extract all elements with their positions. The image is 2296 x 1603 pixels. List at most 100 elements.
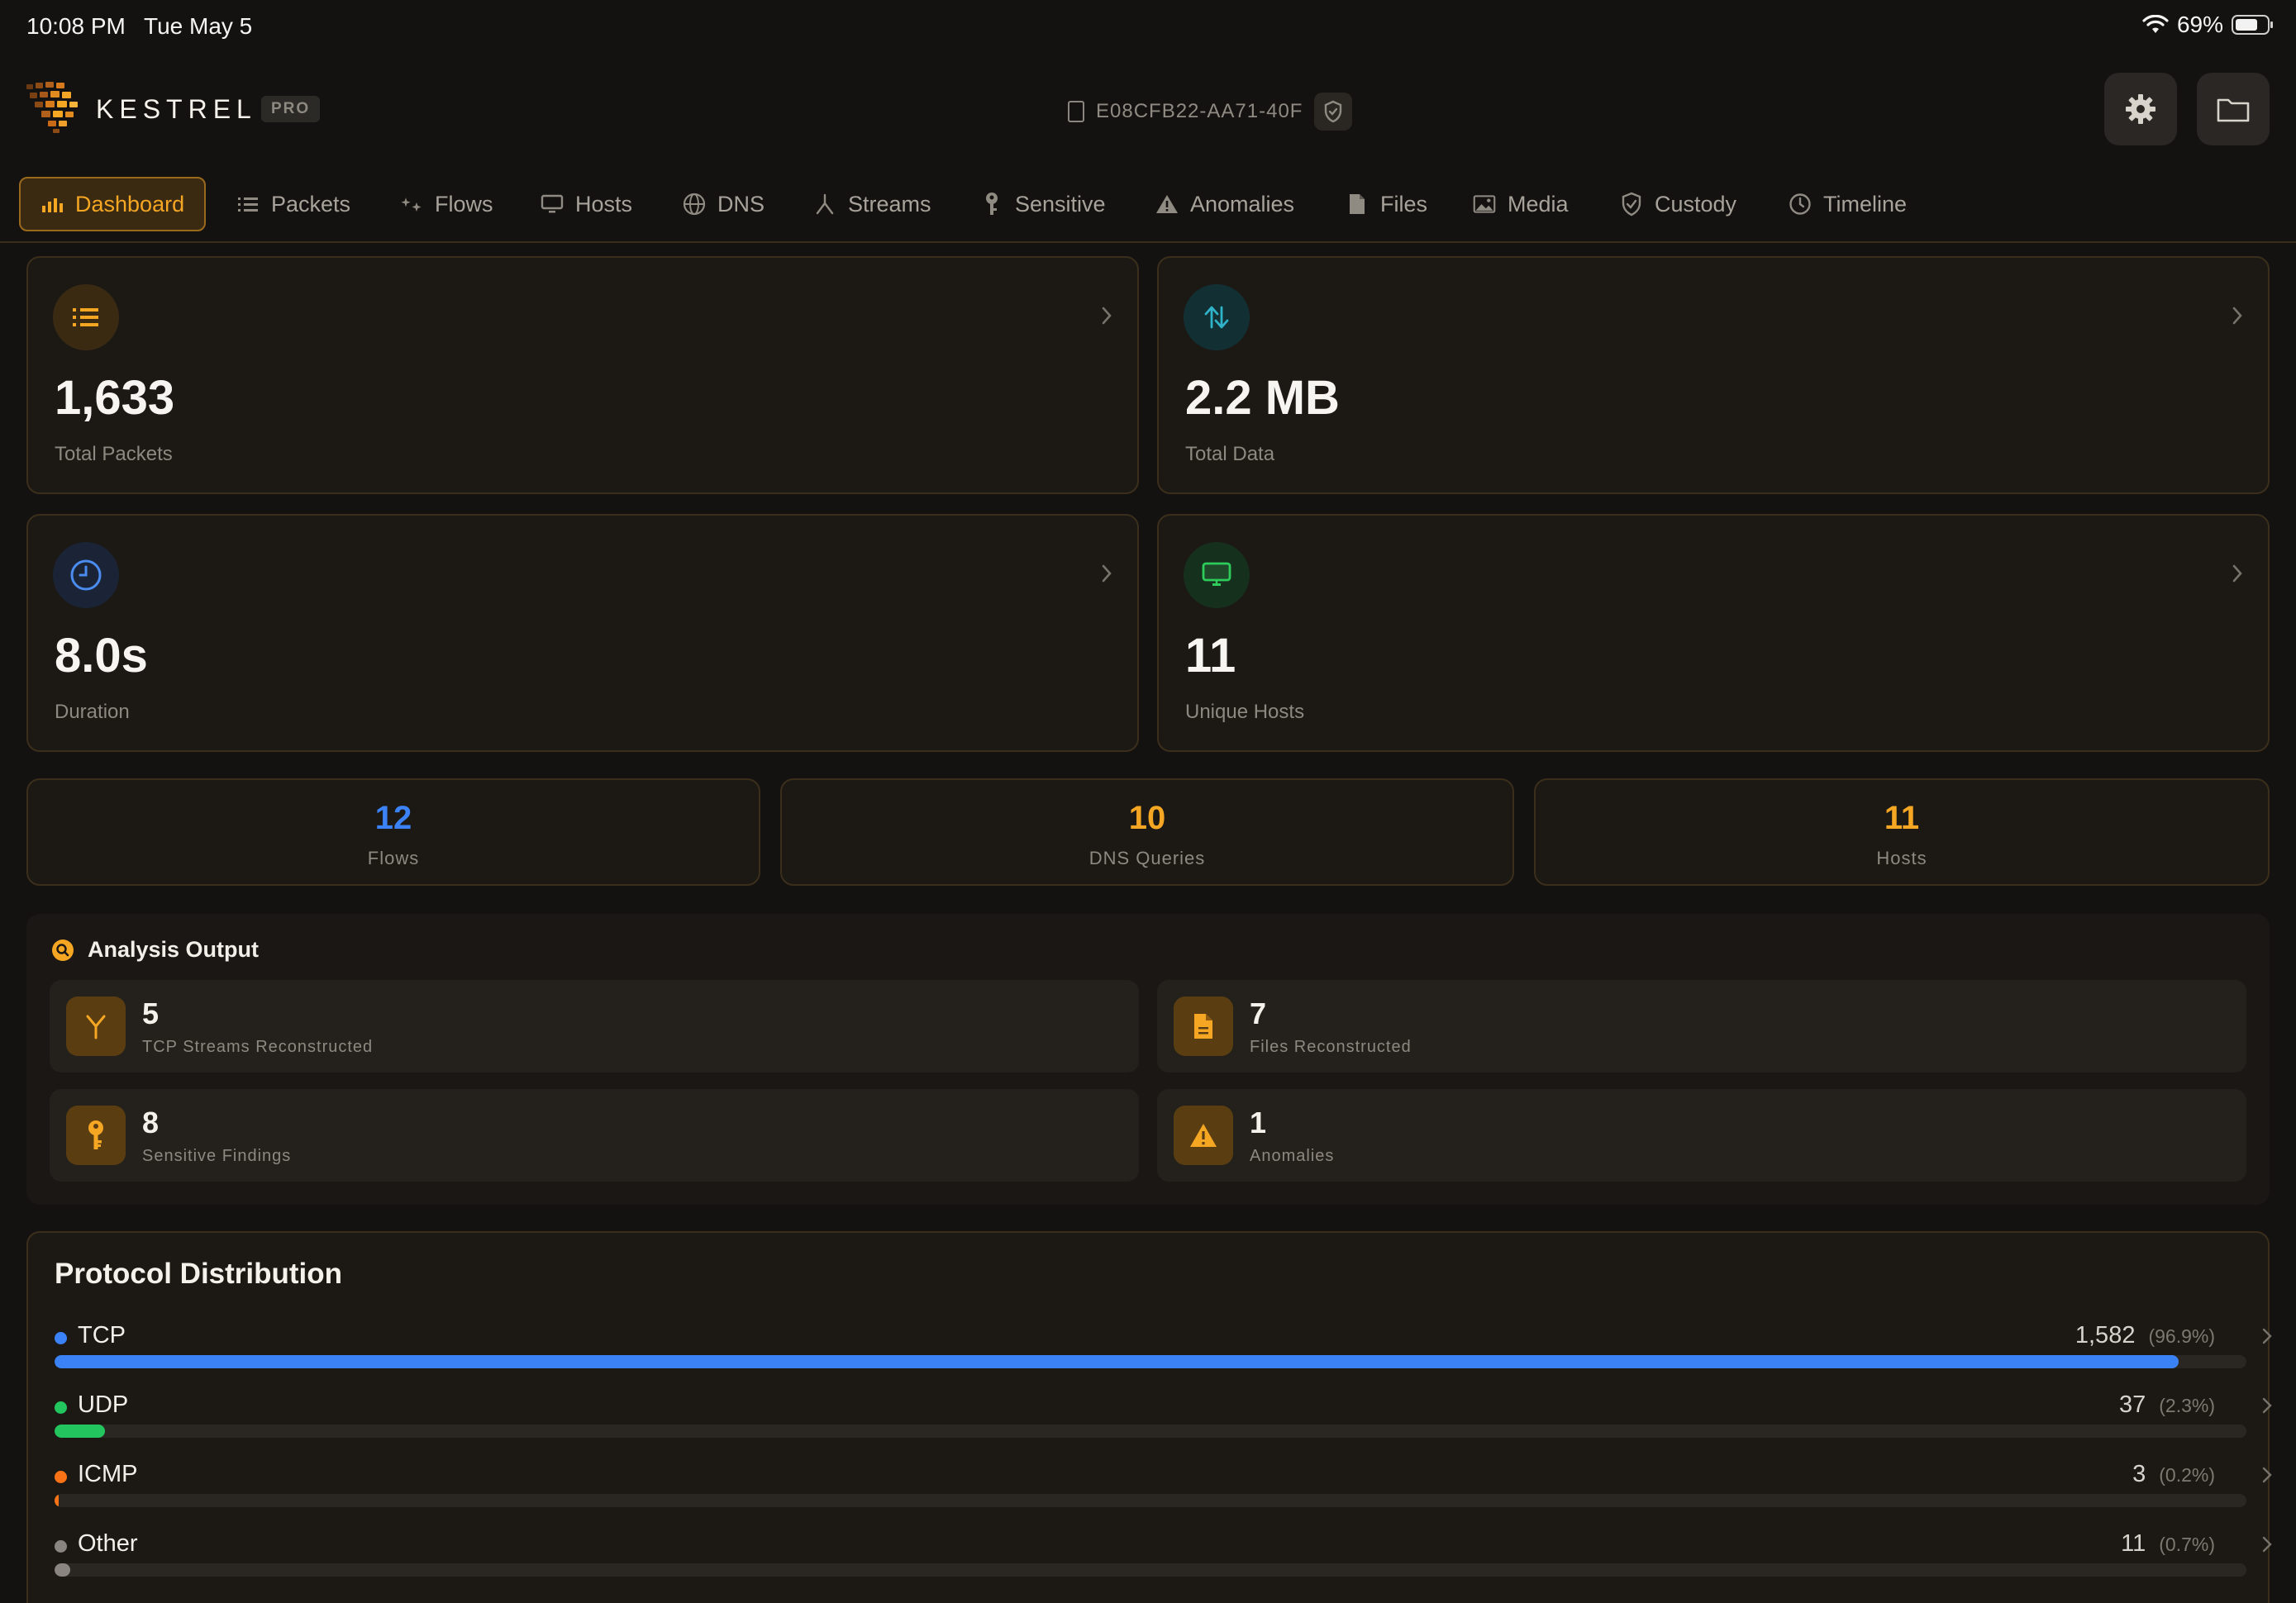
protocol-count: 3 (0.2%) — [2132, 1461, 2215, 1488]
tab-files[interactable]: Files — [1346, 177, 1427, 231]
list-icon — [236, 193, 260, 216]
gear-icon — [2126, 94, 2155, 124]
protocol-row-udp[interactable]: UDP 37 (2.3%) — [55, 1390, 2273, 1459]
tab-label: Anomalies — [1190, 191, 1295, 216]
arrows-up-down-icon — [1184, 284, 1250, 350]
session-id[interactable]: E08CFB22-AA71-40F — [1068, 93, 1353, 131]
kestrel-logo — [26, 82, 78, 133]
protocol-count: 37 (2.3%) — [2119, 1391, 2215, 1419]
shield-icon — [1620, 192, 1643, 216]
analysis-value: 1 — [1250, 1106, 1267, 1139]
analysis-item-anomalies[interactable]: 1 Anomalies — [1157, 1089, 2246, 1182]
analysis-value: 5 — [142, 997, 160, 1030]
protocol-percent: (0.7%) — [2159, 1534, 2215, 1555]
stat-value: 2.2 MB — [1185, 371, 1340, 425]
tab-custody[interactable]: Custody — [1620, 177, 1736, 231]
protocol-name: Other — [78, 1530, 138, 1557]
magnifier-badge-icon — [52, 939, 74, 961]
stat-label: Total Packets — [55, 443, 173, 465]
tab-dashboard[interactable]: Dashboard — [19, 177, 207, 231]
tab-timeline[interactable]: Timeline — [1789, 177, 1907, 231]
protocol-color-dot — [55, 1540, 67, 1553]
summary-value: 10 — [1128, 800, 1166, 836]
tab-label: Sensitive — [1015, 191, 1106, 216]
protocol-count-value: 3 — [2132, 1461, 2146, 1487]
summary-label: Hosts — [1876, 848, 1927, 868]
stat-value: 1,633 — [55, 371, 175, 425]
chevron-right-icon — [1102, 564, 1112, 583]
protocol-bar-track — [55, 1425, 2246, 1438]
status-bar: 10:08 PM Tue May 5 69% — [0, 0, 2296, 53]
warning-icon — [1155, 193, 1179, 216]
tab-label: Dashboard — [75, 191, 185, 216]
tab-flows[interactable]: Flows — [400, 177, 493, 231]
protocol-bar-track — [55, 1494, 2246, 1507]
stat-card-duration[interactable]: 8.0s Duration — [26, 514, 1139, 752]
protocol-color-dot — [55, 1471, 67, 1483]
key-icon — [980, 193, 1003, 216]
status-date: Tue May 5 — [144, 13, 253, 39]
warning-icon — [1174, 1106, 1233, 1165]
tab-label: Streams — [848, 191, 931, 216]
chevron-right-icon — [2262, 1467, 2272, 1483]
protocol-row-other[interactable]: Other 11 (0.7%) — [55, 1529, 2273, 1598]
protocol-bar-fill — [55, 1355, 2179, 1368]
protocol-distribution-title: Protocol Distribution — [55, 1258, 343, 1290]
tab-sensitive[interactable]: Sensitive — [980, 177, 1106, 231]
globe-icon — [683, 193, 706, 216]
clock-icon — [53, 542, 119, 608]
tab-hosts[interactable]: Hosts — [541, 177, 632, 231]
analysis-value: 7 — [1250, 997, 1267, 1030]
protocol-count: 11 (0.7%) — [2121, 1530, 2215, 1558]
tab-media[interactable]: Media — [1473, 177, 1569, 231]
shield-check-icon[interactable] — [1314, 93, 1353, 131]
stat-card-unique-hosts[interactable]: 11 Unique Hosts — [1157, 514, 2270, 752]
analysis-label: Sensitive Findings — [142, 1147, 292, 1165]
chevron-right-icon — [2232, 307, 2242, 325]
summary-card-flows[interactable]: 12 Flows — [26, 778, 760, 886]
summary-card-hosts[interactable]: 11 Hosts — [1534, 778, 2270, 886]
protocol-distribution-panel: Protocol Distribution TCP 1,582 (96.9%) U… — [26, 1231, 2273, 1603]
tab-bar: Dashboard Packets Flows Hosts DNS Stream… — [0, 174, 2296, 243]
bar-chart-icon — [40, 193, 64, 216]
stat-label: Duration — [55, 701, 130, 723]
protocol-row-icmp[interactable]: ICMP 3 (0.2%) — [55, 1459, 2273, 1529]
status-time: 10:08 PM — [26, 13, 126, 39]
photo-icon — [1473, 193, 1496, 216]
summary-card-dns-queries[interactable]: 10 DNS Queries — [780, 778, 1514, 886]
tab-anomalies[interactable]: Anomalies — [1155, 177, 1294, 231]
protocol-percent: (0.2%) — [2159, 1464, 2215, 1486]
analysis-value: 8 — [142, 1106, 160, 1139]
analysis-item-sensitive[interactable]: 8 Sensitive Findings — [50, 1089, 1139, 1182]
analysis-title-text: Analysis Output — [88, 937, 260, 962]
protocol-percent: (96.9%) — [2148, 1325, 2215, 1347]
tab-label: Custody — [1655, 191, 1737, 216]
stat-label: Total Data — [1185, 443, 1275, 465]
protocol-row-tcp[interactable]: TCP 1,582 (96.9%) — [55, 1320, 2273, 1390]
chevron-right-icon — [2262, 1536, 2272, 1553]
tab-packets[interactable]: Packets — [236, 177, 350, 231]
analysis-item-tcp-streams[interactable]: 5 TCP Streams Reconstructed — [50, 980, 1139, 1073]
settings-button[interactable] — [2104, 73, 2177, 145]
battery-percent: 69% — [2176, 12, 2223, 37]
clock-icon — [1789, 193, 1812, 216]
stat-card-total-data[interactable]: 2.2 MB Total Data — [1157, 256, 2270, 494]
analysis-label: Anomalies — [1250, 1147, 1335, 1165]
session-id-text: E08CFB22-AA71-40F — [1096, 100, 1303, 122]
stat-card-total-packets[interactable]: 1,633 Total Packets — [26, 256, 1139, 494]
summary-label: Flows — [367, 848, 420, 868]
tab-dns[interactable]: DNS — [683, 177, 765, 231]
brand-name: KESTREL — [96, 94, 257, 124]
tab-streams[interactable]: Streams — [813, 177, 931, 231]
summary-value: 12 — [374, 800, 412, 836]
tab-label: Media — [1508, 191, 1569, 216]
chevron-right-icon — [2262, 1328, 2272, 1344]
file-icon — [1346, 193, 1369, 216]
summary-label: DNS Queries — [1088, 848, 1206, 868]
tab-label: Files — [1380, 191, 1428, 216]
open-folder-button[interactable] — [2197, 73, 2270, 145]
protocol-count-value: 1,582 — [2074, 1322, 2136, 1349]
protocol-count-value: 11 — [2121, 1530, 2146, 1557]
key-icon — [66, 1106, 126, 1165]
analysis-item-files[interactable]: 7 Files Reconstructed — [1157, 980, 2246, 1073]
